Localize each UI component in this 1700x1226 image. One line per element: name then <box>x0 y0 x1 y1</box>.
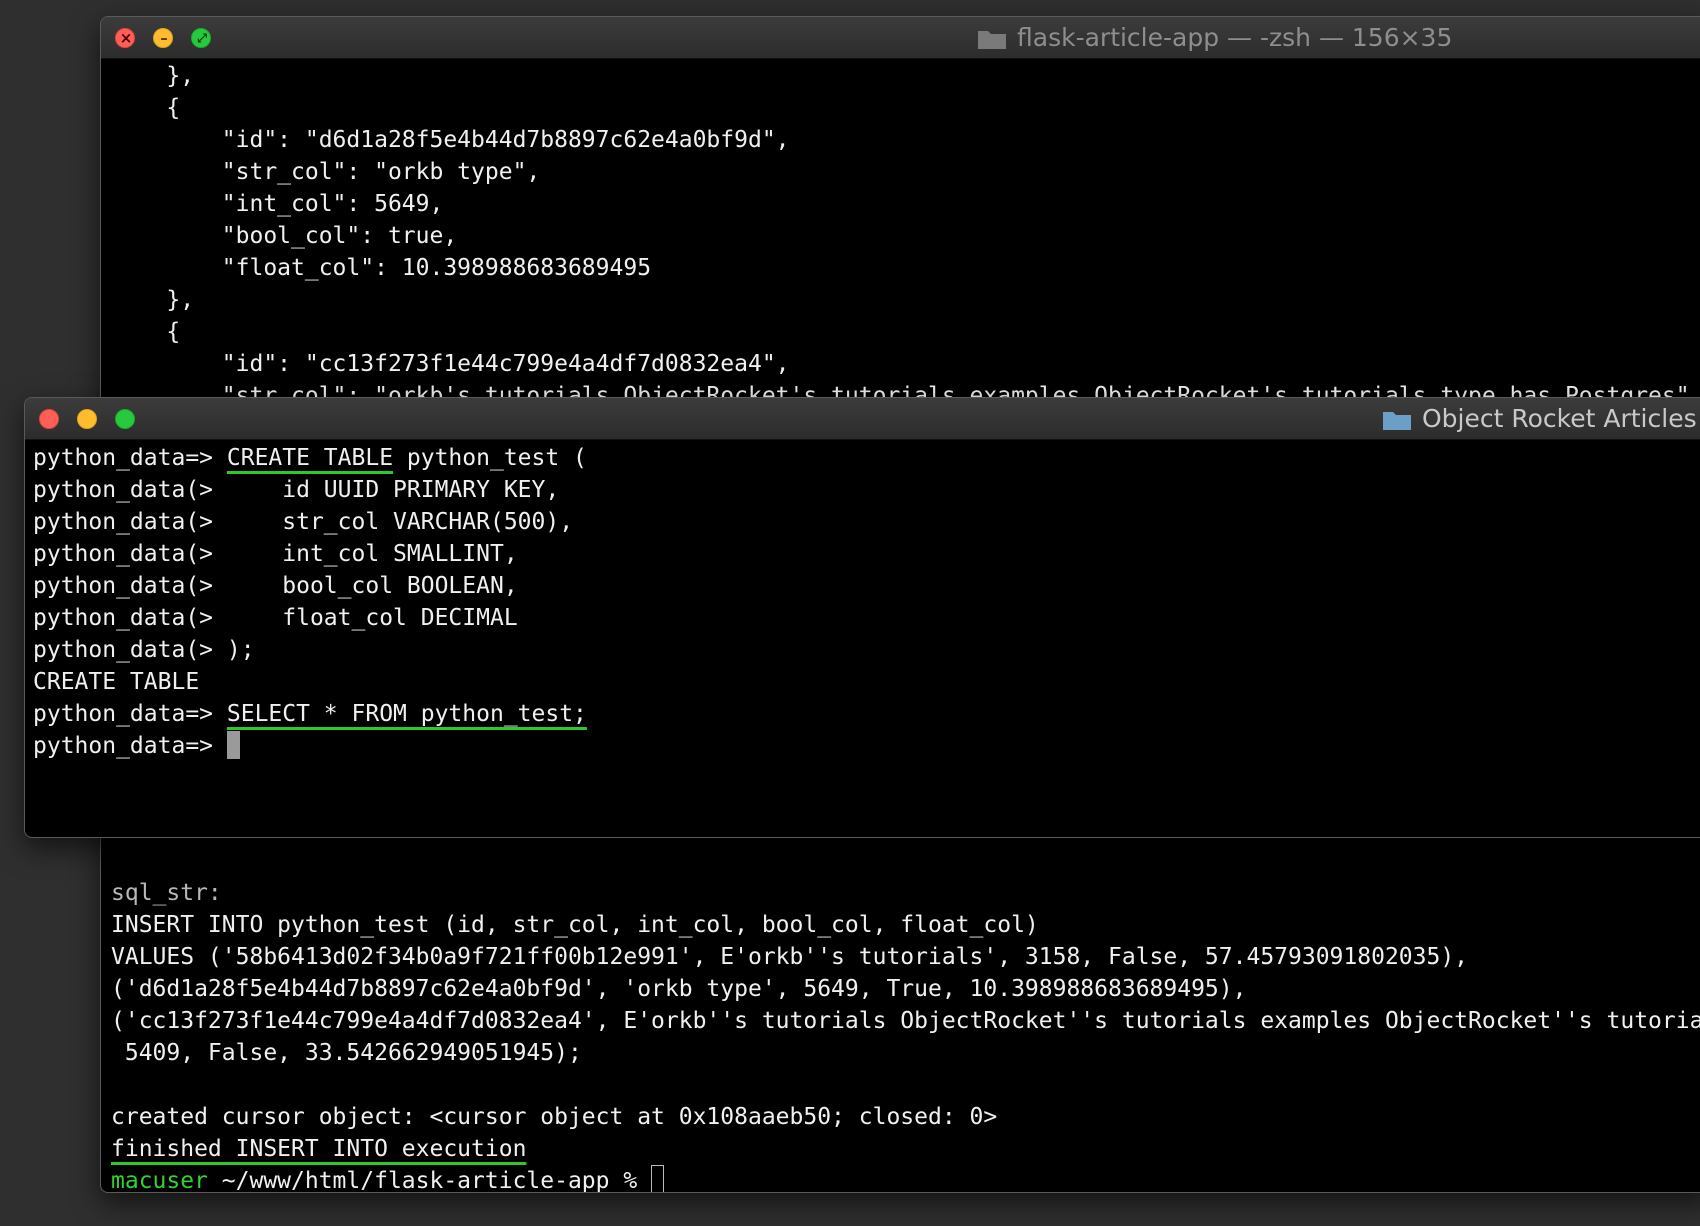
output-line: "str_col": "orkb type", <box>111 159 541 185</box>
psql-line: python_data(> int_col SMALLINT, <box>33 538 1700 570</box>
close-button[interactable]: × <box>115 28 135 48</box>
output-line: "float_col": 10.398988683689495 <box>111 255 652 281</box>
prompt-user: macuser <box>111 1168 208 1193</box>
output-line: ('cc13f273f1e44c799e4a4df7d0832ea4', E'o… <box>111 1008 1700 1034</box>
column-def: float_col DECIMAL <box>226 605 518 631</box>
front-window-title: Object Rocket Articles <box>1382 398 1697 439</box>
front-window-title-text: Object Rocket Articles <box>1422 404 1697 433</box>
output-line: created cursor object: <cursor object at… <box>111 1104 998 1130</box>
output-line: { <box>111 319 181 345</box>
zoom-icon: ⤢ <box>197 31 207 45</box>
output-line: 5409, False, 33.542662949051945); <box>111 1040 582 1066</box>
psql-line: python_data(> str_col VARCHAR(500), <box>33 506 1700 538</box>
output-line: "id": "d6d1a28f5e4b44d7b8897c62e4a0bf9d"… <box>111 127 790 153</box>
text-cursor <box>651 1165 665 1192</box>
psql-line: python_data(> ); <box>33 634 1700 666</box>
select-statement: SELECT * FROM python_test; <box>226 701 587 727</box>
output-line: }, <box>111 63 195 89</box>
psql-prompt-cont: python_data(> <box>33 509 227 535</box>
close-paren: ); <box>226 637 255 663</box>
psql-prompt: python_data=> <box>33 445 227 471</box>
psql-prompt-cont: python_data(> <box>33 573 227 599</box>
psql-prompt-cont: python_data(> <box>33 541 227 567</box>
psql-input-line[interactable]: python_data=> <box>33 730 1700 762</box>
psql-prompt-cont: python_data(> <box>33 477 227 503</box>
column-def: bool_col BOOLEAN, <box>226 573 518 599</box>
psql-line: python_data=> CREATE TABLE python_test ( <box>33 442 1700 474</box>
text-cursor <box>226 731 240 759</box>
front-terminal-window[interactable]: Object Rocket Articles python_data=> CRE… <box>24 397 1700 838</box>
psql-result: CREATE TABLE <box>33 669 200 695</box>
folder-icon <box>978 31 1006 49</box>
folder-icon <box>1383 412 1411 430</box>
psql-prompt: python_data=> <box>33 733 227 759</box>
column-def: str_col VARCHAR(500), <box>226 509 574 535</box>
zoom-button[interactable] <box>115 409 135 429</box>
back-window-titlebar[interactable]: × – ⤢ flask-article-app — -zsh — 156×35 <box>101 17 1700 59</box>
output-line: "bool_col": true, <box>111 223 458 249</box>
front-window-titlebar[interactable]: Object Rocket Articles <box>25 398 1700 440</box>
back-window-title: flask-article-app — -zsh — 156×35 <box>977 17 1452 58</box>
minimize-icon: – <box>160 29 168 47</box>
zoom-button[interactable]: ⤢ <box>191 28 211 48</box>
finished-message: finished INSERT INTO execution <box>111 1136 527 1162</box>
minimize-button[interactable] <box>77 409 97 429</box>
psql-line: python_data(> float_col DECIMAL <box>33 602 1700 634</box>
psql-prompt-cont: python_data(> <box>33 605 227 631</box>
output-line: "id": "cc13f273f1e44c799e4a4df7d0832ea4"… <box>111 351 790 377</box>
close-icon: × <box>119 29 133 47</box>
output-line: { <box>111 95 181 121</box>
back-terminal-output-top: }, { "id": "d6d1a28f5e4b44d7b8897c62e4a0… <box>101 60 1700 412</box>
shell-prompt-line[interactable]: macuser ~/www/html/flask-article-app % <box>111 1165 1700 1193</box>
back-terminal-output-bottom: sql_str: INSERT INTO python_test (id, str… <box>101 877 1700 1193</box>
output-line: INSERT INTO python_test (id, str_col, in… <box>111 912 1039 938</box>
output-line: "int_col": 5649, <box>111 191 444 217</box>
column-def: int_col SMALLINT, <box>226 541 518 567</box>
create-table-keyword: CREATE TABLE <box>226 445 394 471</box>
psql-prompt-cont: python_data(> <box>33 637 227 663</box>
psql-session[interactable]: python_data=> CREATE TABLE python_test (… <box>25 442 1700 762</box>
output-line: }, <box>111 287 195 313</box>
sql-label: sql_str: <box>111 880 222 906</box>
column-def: id UUID PRIMARY KEY, <box>226 477 560 503</box>
prompt-path: ~/www/html/flask-article-app % <box>207 1168 652 1193</box>
close-button[interactable] <box>39 409 59 429</box>
back-window-title-text: flask-article-app — -zsh — 156×35 <box>1017 23 1453 52</box>
output-line: ('d6d1a28f5e4b44d7b8897c62e4a0bf9d', 'or… <box>111 976 1247 1002</box>
psql-prompt: python_data=> <box>33 701 227 727</box>
psql-line: python_data=> SELECT * FROM python_test; <box>33 698 1700 730</box>
output-line: VALUES ('58b6413d02f34b0a9f721ff00b12e99… <box>111 944 1469 970</box>
psql-line: python_data(> id UUID PRIMARY KEY, <box>33 474 1700 506</box>
psql-line: python_data(> bool_col BOOLEAN, <box>33 570 1700 602</box>
create-table-rest: python_test ( <box>393 445 587 471</box>
minimize-button[interactable]: – <box>153 28 173 48</box>
